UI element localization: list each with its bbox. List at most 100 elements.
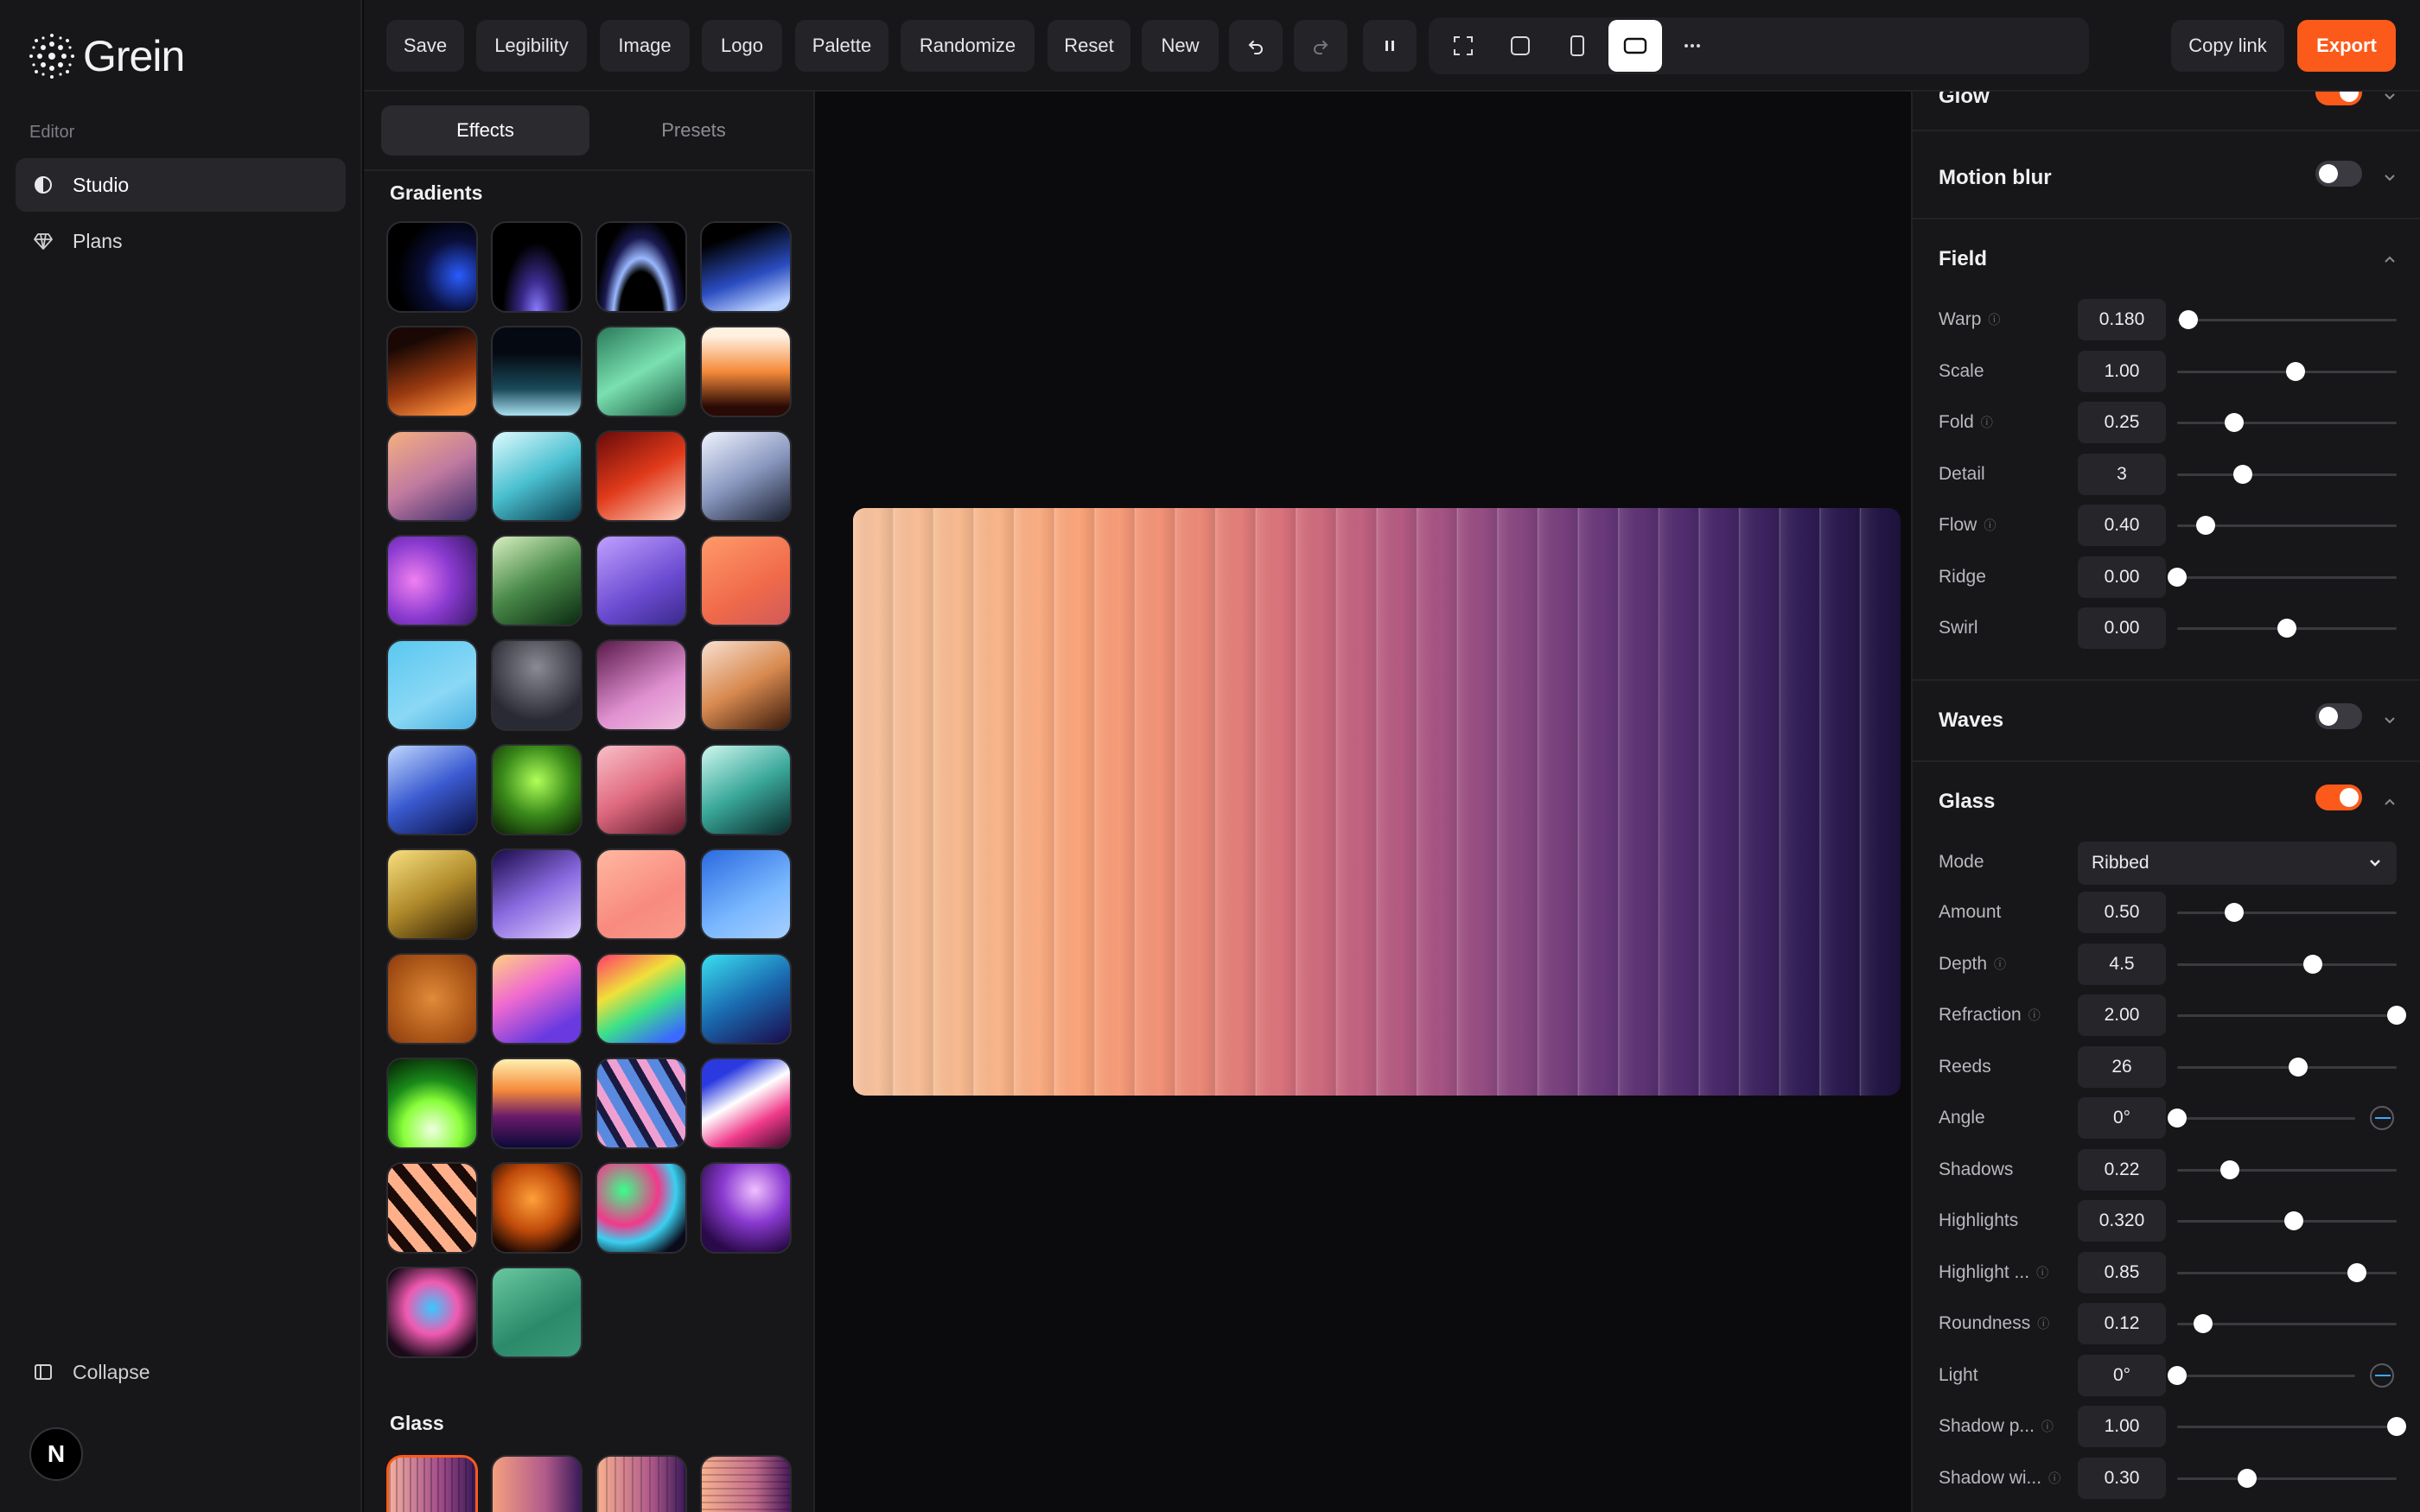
gradient-thumbnail[interactable]: [595, 221, 687, 313]
slider-handle[interactable]: [2178, 310, 2198, 329]
pause-button[interactable]: [1363, 20, 1417, 72]
slider-handle[interactable]: [2238, 1468, 2258, 1488]
gradient-thumbnail[interactable]: [595, 326, 687, 417]
angle-slider[interactable]: [2168, 1109, 2355, 1128]
info-icon[interactable]: ⓘ: [1994, 956, 2006, 973]
gradient-thumbnail[interactable]: [386, 1162, 478, 1254]
shadow-p-value[interactable]: 1.00: [2078, 1406, 2166, 1447]
slider-handle[interactable]: [2277, 619, 2296, 638]
info-icon[interactable]: ⓘ: [2036, 1264, 2048, 1281]
tab-effects[interactable]: Effects: [381, 105, 589, 156]
light-slider[interactable]: [2168, 1365, 2355, 1385]
gradient-thumbnail[interactable]: [700, 639, 792, 731]
slider-handle[interactable]: [2168, 567, 2187, 587]
collapse-button[interactable]: Collapse: [16, 1348, 150, 1396]
gradient-thumbnail[interactable]: [595, 535, 687, 626]
shadows-value[interactable]: 0.22: [2078, 1148, 2166, 1191]
roundness-value[interactable]: 0.12: [2078, 1303, 2166, 1344]
refraction-slider[interactable]: [2177, 1006, 2406, 1025]
reset-button[interactable]: Reset: [1048, 20, 1130, 72]
gradient-thumbnail[interactable]: [386, 848, 478, 940]
gradient-thumbnail[interactable]: [491, 430, 583, 522]
gradient-thumbnail[interactable]: [491, 1267, 583, 1358]
save-button[interactable]: Save: [386, 20, 464, 72]
gradient-thumbnail[interactable]: [700, 430, 792, 522]
highlights-value[interactable]: 0.320: [2078, 1200, 2166, 1242]
avatar[interactable]: N: [29, 1427, 83, 1481]
info-icon[interactable]: ⓘ: [2041, 1418, 2054, 1435]
glass-thumbnail[interactable]: [700, 1455, 792, 1512]
slider-handle[interactable]: [2225, 903, 2245, 922]
gradient-thumbnail[interactable]: [386, 326, 478, 417]
gradient-thumbnail[interactable]: [595, 639, 687, 731]
mode-select[interactable]: Ribbed: [2078, 842, 2397, 885]
gradient-thumbnail[interactable]: [700, 535, 792, 626]
gradient-thumbnail[interactable]: [595, 953, 687, 1045]
copy-link-button[interactable]: Copy link: [2171, 20, 2284, 72]
gradient-thumbnail[interactable]: [491, 639, 583, 731]
shadows-slider[interactable]: [2177, 1159, 2397, 1179]
gradient-thumbnail[interactable]: [386, 221, 478, 313]
slider-handle[interactable]: [2196, 516, 2216, 535]
chevron-up-icon[interactable]: [2381, 793, 2398, 810]
square-frame-button[interactable]: [1493, 20, 1547, 72]
depth-slider[interactable]: [2177, 954, 2397, 974]
glass-thumbnail[interactable]: [595, 1455, 687, 1512]
gradient-thumbnail[interactable]: [491, 744, 583, 835]
shadow-wi-value[interactable]: 0.30: [2078, 1457, 2166, 1499]
glass-thumbnail[interactable]: [491, 1455, 583, 1512]
shadow-wi-slider[interactable]: [2177, 1468, 2397, 1488]
gradient-thumbnail[interactable]: [491, 1058, 583, 1149]
slider-handle[interactable]: [2168, 1109, 2187, 1128]
gradient-thumbnail[interactable]: [700, 744, 792, 835]
angle-value[interactable]: 0°: [2078, 1097, 2166, 1139]
glow-toggle[interactable]: [2315, 92, 2362, 105]
randomize-button[interactable]: Randomize: [901, 20, 1035, 72]
gradient-thumbnail[interactable]: [700, 1162, 792, 1254]
slider-handle[interactable]: [2225, 413, 2245, 432]
tab-presets[interactable]: Presets: [589, 105, 798, 156]
gradient-thumbnail[interactable]: [595, 848, 687, 940]
info-icon[interactable]: ⓘ: [1981, 414, 1993, 431]
gradient-thumbnail[interactable]: [491, 1162, 583, 1254]
gradient-thumbnail[interactable]: [700, 326, 792, 417]
fold-slider[interactable]: [2177, 413, 2397, 432]
gradient-thumbnail[interactable]: [491, 326, 583, 417]
angle-dial-icon[interactable]: [2370, 1363, 2394, 1388]
info-icon[interactable]: ⓘ: [2028, 1007, 2041, 1024]
motion-blur-toggle[interactable]: [2315, 161, 2362, 187]
slider-handle[interactable]: [2168, 1365, 2187, 1385]
amount-slider[interactable]: [2177, 903, 2397, 922]
depth-value[interactable]: 4.5: [2078, 943, 2166, 985]
gradient-thumbnail[interactable]: [491, 848, 583, 940]
angle-dial-icon[interactable]: [2370, 1106, 2394, 1130]
gradient-thumbnail[interactable]: [386, 953, 478, 1045]
slider-handle[interactable]: [2219, 1159, 2239, 1179]
slider-handle[interactable]: [2194, 1314, 2213, 1333]
gradient-thumbnail[interactable]: [491, 221, 583, 313]
gradient-thumbnail[interactable]: [386, 430, 478, 522]
gradient-thumbnail[interactable]: [595, 430, 687, 522]
gradient-thumbnail[interactable]: [386, 1058, 478, 1149]
glass-toggle[interactable]: [2315, 785, 2362, 810]
swirl-value[interactable]: 0.00: [2078, 607, 2166, 649]
highlight-value[interactable]: 0.85: [2078, 1251, 2166, 1293]
landscape-frame-button[interactable]: [1608, 20, 1662, 72]
fullscreen-button[interactable]: [1436, 20, 1490, 72]
slider-handle[interactable]: [2303, 954, 2323, 974]
roundness-slider[interactable]: [2177, 1314, 2397, 1333]
portrait-frame-button[interactable]: [1551, 20, 1604, 72]
image-button[interactable]: Image: [600, 20, 690, 72]
sidebar-item-plans[interactable]: Plans: [16, 214, 346, 268]
amount-value[interactable]: 0.50: [2078, 892, 2166, 933]
light-value[interactable]: 0°: [2078, 1354, 2166, 1396]
info-icon[interactable]: ⓘ: [2048, 1470, 2060, 1487]
app-logo[interactable]: Grein: [28, 31, 185, 81]
slider-handle[interactable]: [2387, 1006, 2406, 1025]
gradient-thumbnail[interactable]: [595, 1162, 687, 1254]
chevron-down-icon[interactable]: [2381, 169, 2398, 187]
gradient-thumbnail[interactable]: [386, 1267, 478, 1358]
gradient-preview[interactable]: [853, 508, 1901, 1096]
gradient-thumbnail[interactable]: [386, 639, 478, 731]
legibility-button[interactable]: Legibility: [476, 20, 587, 72]
